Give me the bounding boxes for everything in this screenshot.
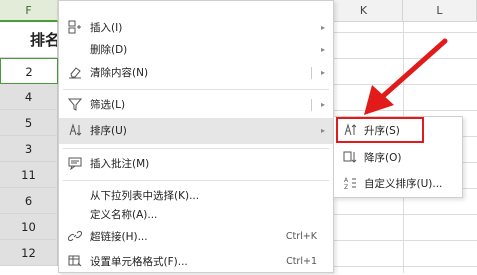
cell-f-row[interactable]: 10	[0, 214, 58, 240]
menu-item-label: 超链接(H)...	[90, 231, 148, 243]
menu-item-label: 插入批注(M)	[90, 158, 150, 170]
divider	[63, 89, 329, 90]
menu-item-sort[interactable]: 排序(U) ▸	[59, 118, 333, 144]
annotation-arrow-icon	[364, 38, 448, 115]
cell-f-row[interactable]: 6	[0, 188, 58, 214]
format-cells-icon	[67, 254, 83, 270]
cell-f-header[interactable]: 排名	[0, 22, 58, 58]
sort-icon	[67, 123, 83, 139]
menu-item-format-cells[interactable]: 设置单元格格式(F)... Ctrl+1	[59, 249, 333, 275]
menu-item-filter[interactable]: 筛选(L) ▸	[59, 92, 333, 118]
submenu-arrow-icon: ▸	[320, 68, 325, 77]
shortcut-label: Ctrl+K	[285, 231, 317, 242]
eraser-icon	[67, 65, 83, 81]
menu-item-label: 筛选(L)	[90, 99, 126, 111]
submenu-item-custom-sort[interactable]: AZ 自定义排序(U)...	[336, 171, 462, 197]
cell-f-row[interactable]: 5	[0, 110, 58, 136]
shortcut-label: Ctrl+1	[286, 256, 317, 267]
custom-sort-icon: AZ	[342, 176, 358, 192]
menu-item-clear-contents[interactable]: 清除内容(N) ▸	[59, 60, 333, 86]
svg-text:A: A	[344, 177, 349, 184]
insert-rows-icon	[67, 20, 83, 36]
svg-text:Z: Z	[344, 184, 348, 190]
menu-item-label: 设置单元格格式(F)...	[90, 256, 188, 268]
column-header-f[interactable]: F	[0, 0, 58, 22]
divider	[63, 148, 329, 149]
submenu-item-descending[interactable]: 降序(O)	[336, 145, 462, 171]
submenu-arrow-icon: ▸	[320, 126, 325, 135]
cell-f-row[interactable]: 3	[0, 136, 58, 162]
cell-f-row[interactable]: 11	[0, 162, 58, 188]
context-menu: 插入(I) ▸ 删除(D) ▸ 清除内容(N) ▸ 筛选(L) ▸ 排序(U) …	[58, 0, 334, 273]
submenu-arrow-icon: ▸	[320, 100, 325, 109]
menu-item-insert-comment[interactable]: 插入批注(M)	[59, 151, 333, 177]
menu-item-label: 清除内容(N)	[90, 67, 149, 79]
column-header-k[interactable]: K	[325, 0, 403, 22]
divider	[311, 67, 312, 79]
comment-icon	[67, 156, 83, 172]
cell-f-row[interactable]: 4	[0, 84, 58, 110]
filter-icon	[67, 97, 83, 113]
menu-item-label: 排序(U)	[90, 125, 127, 137]
divider	[63, 180, 329, 181]
submenu-item-label: 降序(O)	[364, 152, 402, 164]
menu-item-hyperlink[interactable]: 超链接(H)... Ctrl+K	[59, 224, 333, 250]
cell-f-row[interactable]: 12	[0, 240, 58, 266]
column-header-l[interactable]: L	[403, 0, 477, 22]
submenu-item-label: 自定义排序(U)...	[364, 178, 443, 190]
divider	[311, 99, 312, 111]
cell-f-row[interactable]: 2	[0, 58, 58, 84]
link-icon	[67, 229, 83, 245]
sort-descending-icon	[342, 150, 358, 166]
